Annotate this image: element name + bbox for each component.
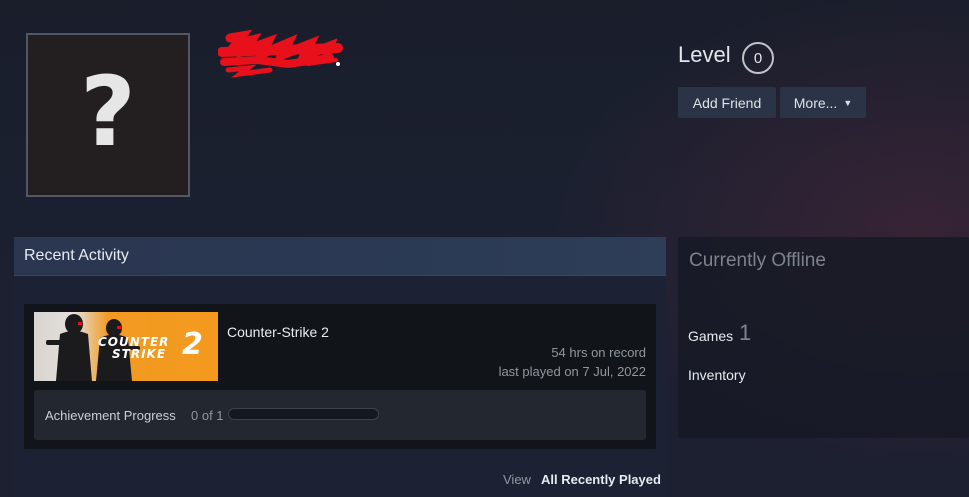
inventory-link[interactable]: Inventory <box>688 367 746 383</box>
achievement-count: 0 of 1 <box>191 408 224 423</box>
all-recently-played-link[interactable]: All Recently Played <box>541 472 661 487</box>
level-badge[interactable]: 0 <box>742 42 774 74</box>
game-last-played: last played on 7 Jul, 2022 <box>498 364 646 379</box>
view-label: View <box>503 472 531 487</box>
more-label: More... <box>793 94 838 111</box>
redacted-username <box>218 30 343 78</box>
unknown-avatar-icon: ? <box>80 56 136 168</box>
games-link[interactable]: Games <box>688 328 733 344</box>
caret-down-icon: ▼ <box>843 97 853 108</box>
recent-activity-header: Recent Activity <box>14 237 666 276</box>
games-count: 1 <box>739 320 752 345</box>
game-logo-number: 2 <box>182 327 203 362</box>
game-hours: 54 hrs on record <box>551 345 646 360</box>
add-friend-label: Add Friend <box>692 94 762 111</box>
profile-avatar[interactable]: ? <box>26 33 190 197</box>
game-logo: COUNTER STRIKE <box>98 336 169 360</box>
game-title-link[interactable]: Counter-Strike 2 <box>227 324 329 340</box>
online-status: Currently Offline <box>689 250 826 271</box>
game-logo-line2: STRIKE <box>112 347 167 361</box>
achievement-progress-label: Achievement Progress <box>45 408 176 423</box>
more-button[interactable]: More... ▼ <box>780 87 866 118</box>
achievement-progress-bar <box>228 408 379 420</box>
recent-activity-title: Recent Activity <box>24 247 129 264</box>
add-friend-button[interactable]: Add Friend <box>678 87 776 118</box>
game-thumbnail[interactable]: COUNTER STRIKE 2 <box>34 312 218 381</box>
level-label: Level <box>678 42 731 67</box>
level-value: 0 <box>753 49 763 67</box>
